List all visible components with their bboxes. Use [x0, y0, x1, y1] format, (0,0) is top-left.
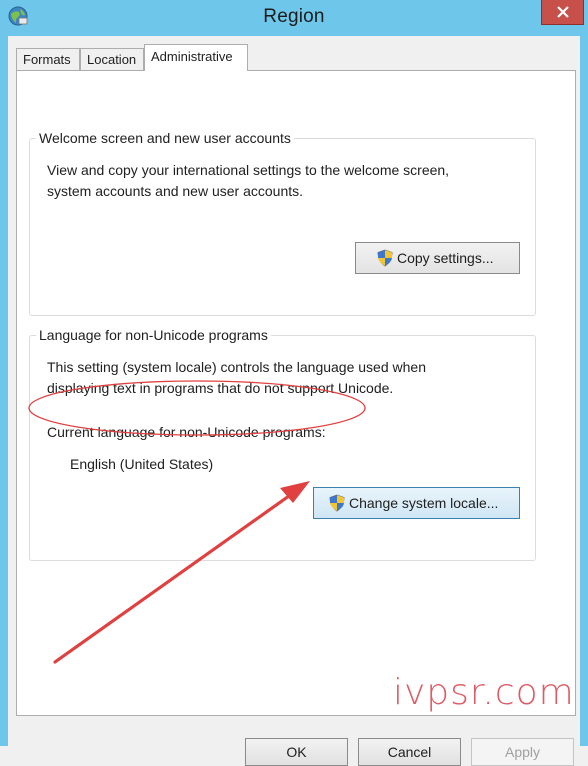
title-bar[interactable]: Region — [0, 0, 588, 36]
close-icon — [556, 6, 569, 18]
non-unicode-group-title: Language for non-Unicode programs — [36, 327, 271, 343]
non-unicode-description-line1: This setting (system locale) controls th… — [47, 359, 426, 375]
uac-shield-icon — [329, 494, 345, 512]
window-frame-right — [580, 36, 588, 746]
non-unicode-group: Language for non-Unicode programs This s… — [29, 327, 536, 561]
window-frame-left — [0, 36, 8, 746]
welcome-description-line1: View and copy your international setting… — [47, 162, 450, 178]
tab-administrative[interactable]: Administrative — [144, 44, 248, 71]
change-system-locale-label: Change system locale... — [349, 495, 499, 511]
annotation-ellipse — [28, 380, 366, 436]
welcome-screen-group: Welcome screen and new user accounts Vie… — [29, 130, 536, 316]
welcome-group-title: Welcome screen and new user accounts — [36, 130, 294, 146]
welcome-description-line2: system accounts and new user accounts. — [47, 183, 304, 199]
tab-formats[interactable]: Formats — [16, 48, 80, 70]
apply-button[interactable]: Apply — [471, 738, 574, 766]
watermark-text: ivpsr.com — [393, 672, 575, 713]
ok-button[interactable]: OK — [245, 738, 348, 766]
copy-settings-button[interactable]: Copy settings... — [355, 242, 520, 274]
uac-shield-icon — [377, 249, 393, 267]
close-button[interactable] — [541, 0, 584, 25]
cancel-button[interactable]: Cancel — [358, 738, 461, 766]
current-language-value: English (United States) — [70, 456, 214, 472]
window-title: Region — [263, 6, 325, 27]
tab-location[interactable]: Location — [80, 48, 144, 70]
copy-settings-label: Copy settings... — [397, 250, 494, 266]
change-system-locale-button[interactable]: Change system locale... — [313, 487, 520, 519]
